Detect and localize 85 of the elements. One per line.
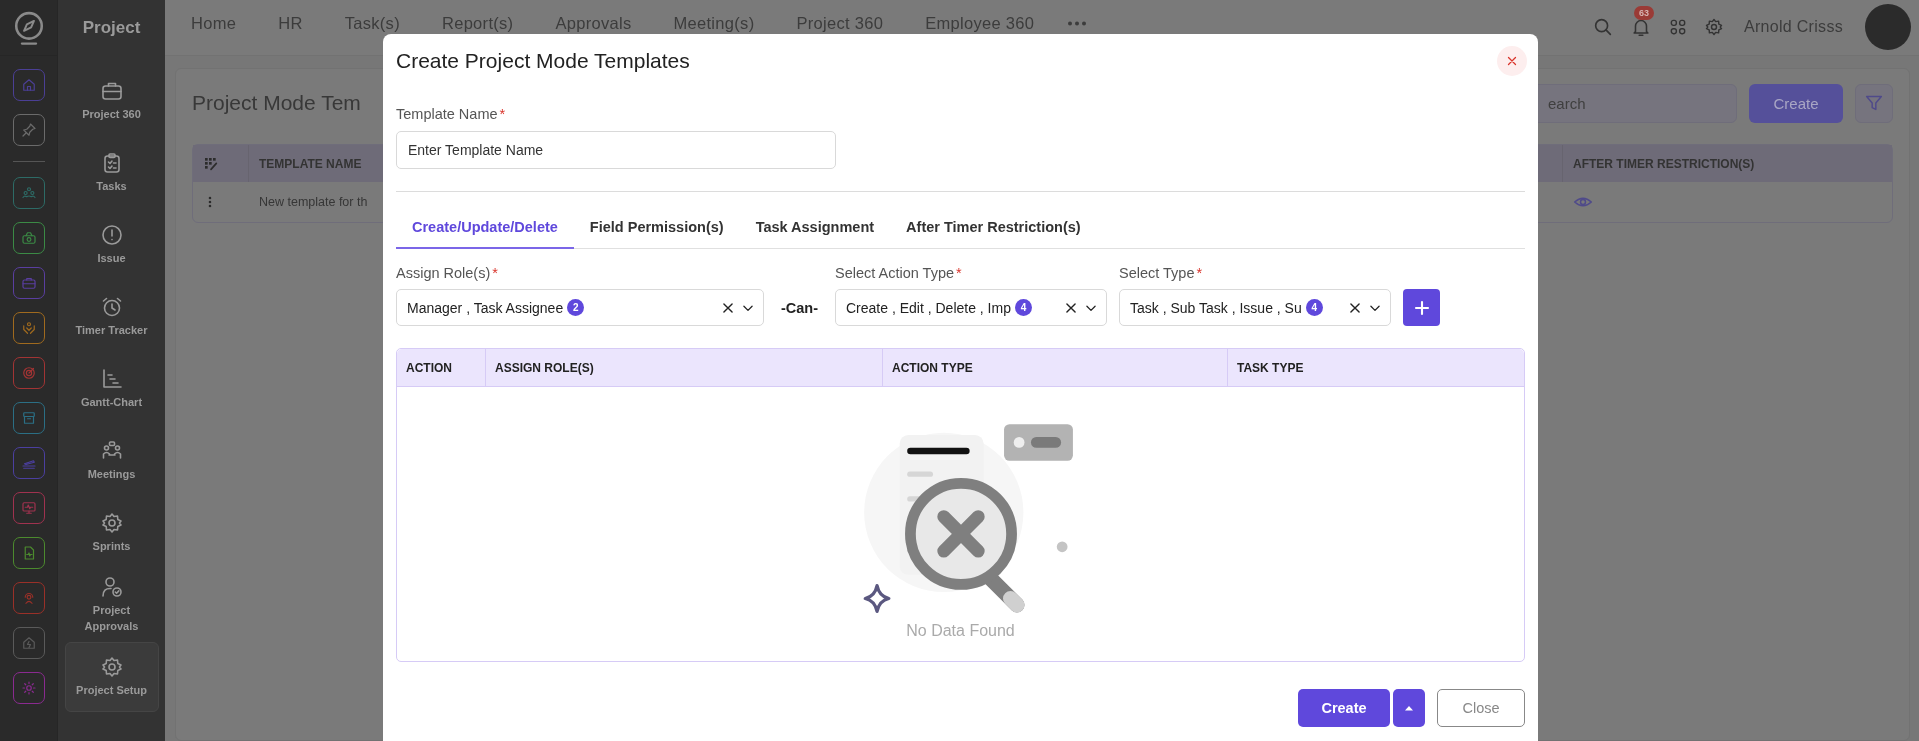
monitor-icon [19,499,38,517]
field-label: Assign Role(s) [396,265,491,281]
tab[interactable]: Field Permission(s) [573,204,740,249]
column-header: TEMPLATE NAME [259,156,362,171]
sidebar-item[interactable]: Meetings [64,426,159,496]
person-signal-button[interactable] [12,582,45,614]
nav-link[interactable]: Home [191,13,257,33]
pin-button[interactable] [12,114,45,146]
settings-icon[interactable] [1703,17,1724,37]
people-button[interactable] [12,177,45,209]
notification-badge: 63 [1633,6,1654,20]
sidebar-item[interactable]: Project Setup [64,642,159,712]
target-button[interactable] [12,357,45,389]
exclamation-icon [99,223,124,248]
sidebar-item[interactable]: Timer Tracker [64,282,159,352]
empty-state-text: No Data Found [906,622,1015,640]
close-icon [1506,55,1518,67]
tab[interactable]: After Timer Restriction(s) [890,204,1097,249]
user-name: Arnold Crisss [1743,18,1843,36]
add-button[interactable] [1403,289,1440,326]
home-button[interactable] [12,69,45,101]
column-edit-icon[interactable] [203,155,219,172]
nav-link[interactable]: Employee 360 [925,13,1055,33]
document-button[interactable] [12,537,45,569]
field-label: Select Action Type [835,265,955,281]
briefcase-button[interactable] [12,267,45,299]
clear-icon[interactable] [721,300,735,315]
required-mark: * [492,265,498,281]
field-label: Template Name [396,106,498,122]
required-mark: * [956,265,962,281]
close-button[interactable]: Close [1437,689,1525,727]
column-header: ASSIGN ROLE(S) [486,349,883,386]
multi-select-field[interactable]: Create , Edit , Delete , Imp 4 [835,289,1107,326]
create-button[interactable]: Create [1298,689,1390,727]
money-box-button[interactable] [12,222,45,254]
monitor-button[interactable] [12,492,45,524]
clear-icon[interactable] [1064,300,1078,315]
gear-button[interactable] [12,672,45,704]
plane-button[interactable] [12,447,45,479]
sidebar-item[interactable]: Issue [64,210,159,280]
tab[interactable]: Task Assignment [739,204,891,249]
money-box-icon [19,229,38,247]
hands-button[interactable] [12,312,45,344]
count-badge: 4 [1014,299,1032,316]
user-avatar[interactable] [1865,4,1911,50]
clear-icon[interactable] [1348,300,1362,315]
user-check-icon [99,575,124,600]
sidebar-item[interactable]: Tasks [64,138,159,208]
field-label: Select Type [1119,265,1195,281]
sidebar-item[interactable]: Sprints [64,498,159,568]
page-title: Project Mode Tem [192,91,361,115]
column-header: ACTION [397,349,486,386]
sidebar-item[interactable]: Project Approvals [64,570,159,640]
plus-icon [1412,298,1431,317]
more-icon [1068,20,1087,26]
column-header: ACTION TYPE [883,349,1228,386]
required-mark: * [1196,265,1203,281]
modal-title: Create Project Mode Templates [396,49,690,73]
create-button[interactable]: Create [1749,83,1843,123]
multi-select-field[interactable]: Manager , Task Assignee 2 [396,289,764,326]
multi-select-field[interactable]: Task , Sub Task , Issue , Su 4 [1119,289,1391,326]
template-name-field[interactable]: Enter Template Name [396,131,836,169]
house-button[interactable] [12,627,45,659]
filter-button[interactable] [1855,83,1893,123]
column-header: AFTER TIMER RESTRICTION(S) [1563,145,1892,182]
connector-label: -Can- [779,298,820,318]
archive-button[interactable] [12,402,45,434]
dropdown-toggle-button[interactable] [1393,689,1425,727]
nav-link[interactable]: Task(s) [344,13,420,33]
more-button[interactable] [1068,20,1087,26]
nav-link[interactable]: Report(s) [441,13,534,33]
tab[interactable]: Create/Update/Delete [396,204,574,249]
close-button[interactable] [1497,46,1527,76]
count-badge: 2 [567,299,585,316]
sidebar-title: Project [82,17,141,39]
nav-link[interactable]: Approvals [555,13,652,33]
sidebar-item[interactable]: Gantt-Chart [64,354,159,424]
nav-link[interactable]: HR [278,13,323,33]
table-cell: New template for th [259,195,368,209]
count-badge: 4 [1305,299,1323,316]
sidebar-item[interactable]: Project 360 [64,66,159,136]
nav-link[interactable]: Project 360 [796,13,904,33]
nav-link[interactable]: Meeting(s) [673,13,775,33]
required-mark: * [499,106,506,122]
column-header: TASK TYPE [1236,359,1305,377]
